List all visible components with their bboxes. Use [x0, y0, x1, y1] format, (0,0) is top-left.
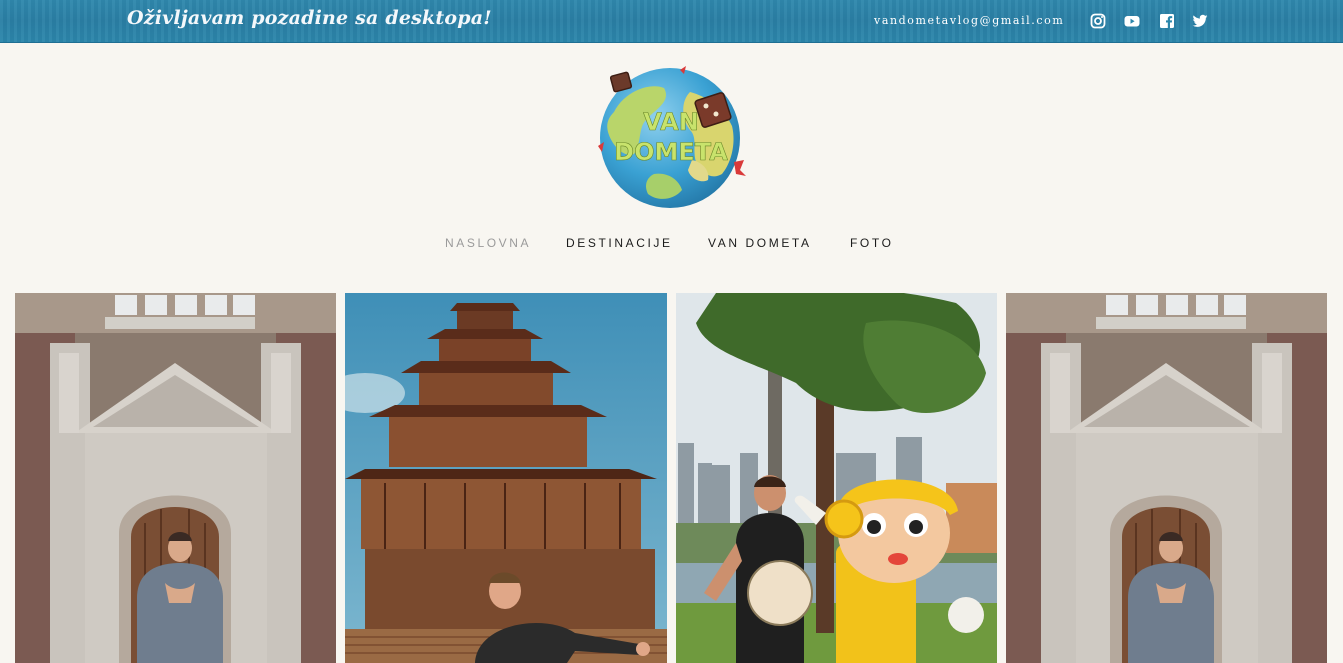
- nav-item-naslovna[interactable]: NASLOVNA: [445, 236, 531, 250]
- gallery-photo-building-2[interactable]: [1006, 293, 1327, 663]
- main-nav: NASLOVNA DESTINACIJE VAN DOMETA FOTO: [0, 236, 1343, 252]
- site-logo[interactable]: VAN DOMETA: [594, 62, 748, 212]
- twitter-icon[interactable]: [1192, 13, 1208, 29]
- nav-item-foto[interactable]: FOTO: [850, 236, 894, 250]
- instagram-icon[interactable]: [1090, 13, 1106, 29]
- gallery-photo-pagoda[interactable]: [345, 293, 667, 663]
- nav-item-destinacije[interactable]: DESTINACIJE: [566, 236, 673, 250]
- logo-text-bottom: DOMETA: [614, 138, 728, 166]
- top-bar: Oživljavam pozadine sa desktopa! vandome…: [0, 0, 1343, 43]
- facebook-icon[interactable]: [1159, 13, 1175, 29]
- gallery-photo-building[interactable]: [15, 293, 336, 663]
- logo-text-top: VAN: [643, 108, 699, 136]
- youtube-icon[interactable]: [1124, 13, 1140, 29]
- gallery-photo-mascot[interactable]: [676, 293, 997, 663]
- nav-item-van-dometa[interactable]: VAN DOMETA: [708, 236, 812, 250]
- site-tagline: Oživljavam pozadine sa desktopa!: [127, 7, 492, 29]
- email-link[interactable]: vandometavlog@gmail.com: [874, 14, 1064, 27]
